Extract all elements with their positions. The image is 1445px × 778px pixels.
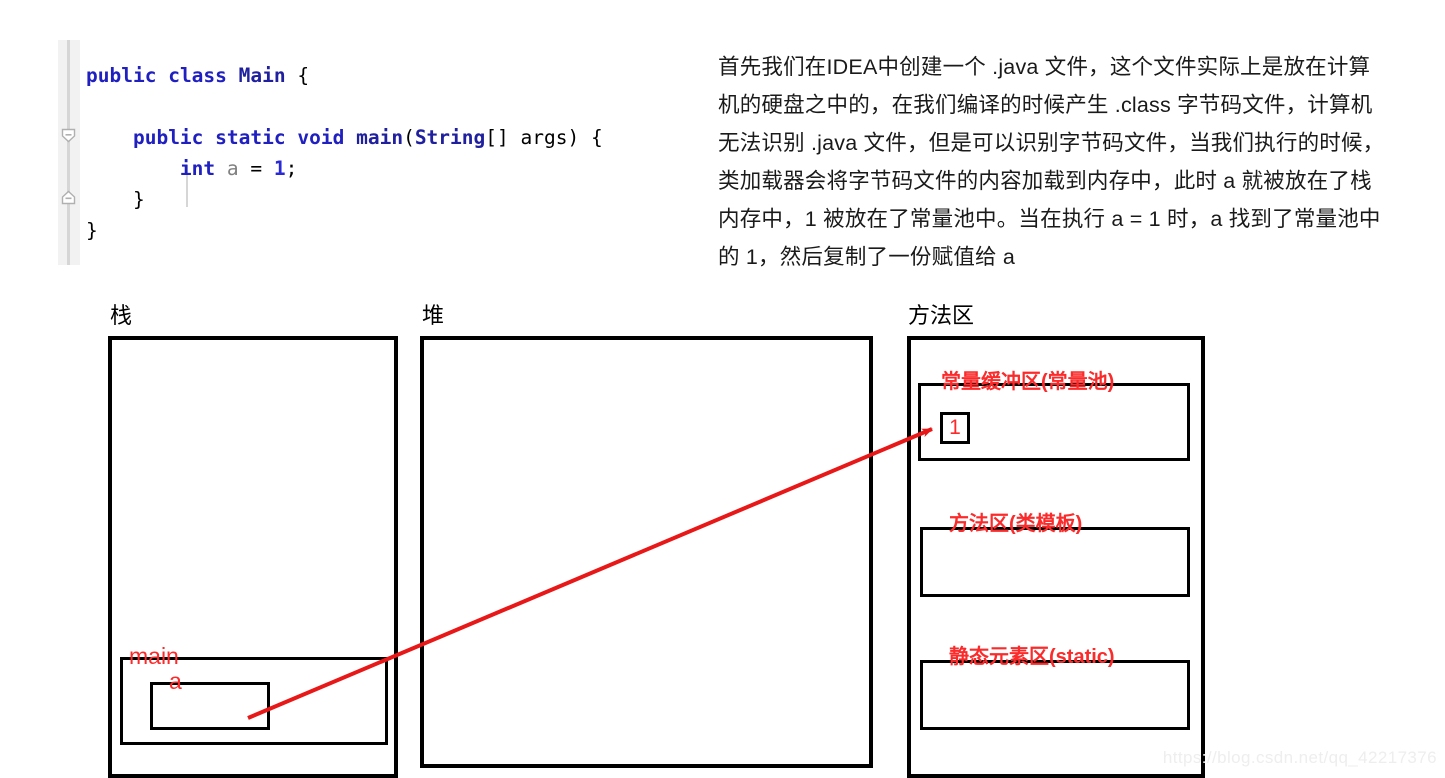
method-area-region-label: 方法区 <box>908 303 975 328</box>
stack-frame-main-label: main <box>129 643 179 669</box>
fold-collapsed-icon[interactable] <box>61 190 76 205</box>
code-editor-panel: public class Main { public static void m… <box>58 40 698 265</box>
static-area-box <box>920 660 1190 730</box>
constant-value-1-label: 1 <box>949 416 961 439</box>
stack-variable-a-label: a <box>169 668 182 694</box>
editor-gutter <box>58 40 80 265</box>
class-template-box <box>920 527 1190 597</box>
static-area-label: 静态元素区(static) <box>949 646 1115 668</box>
stack-variable-a-box <box>150 682 270 730</box>
source-code-text[interactable]: public class Main { public static void m… <box>86 60 603 246</box>
stack-region-label: 栈 <box>110 303 133 328</box>
gutter-vertical-rule <box>67 40 70 265</box>
constant-pool-label: 常量缓冲区(常量池) <box>941 371 1115 393</box>
watermark-text: https://blog.csdn.net/qq_42217376 <box>1162 748 1437 767</box>
heap-region-label: 堆 <box>422 303 445 328</box>
class-template-label: 方法区(类模板) <box>949 513 1083 535</box>
fold-expanded-icon[interactable] <box>61 128 76 143</box>
heap-region-box <box>420 336 873 768</box>
explanation-paragraph: 首先我们在IDEA中创建一个 .java 文件，这个文件实际上是放在计算机的硬盘… <box>718 54 1385 269</box>
